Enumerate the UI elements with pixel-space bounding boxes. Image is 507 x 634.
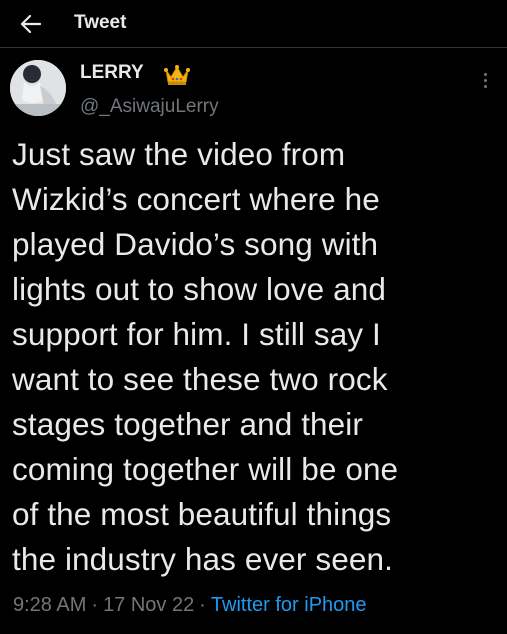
tweet-line: played Davido’s song with [12, 226, 379, 262]
avatar-image [10, 60, 66, 116]
tweet-line: lights out to show love and [12, 271, 386, 307]
tweet-text: Just saw the video from Wizkid’s concert… [12, 132, 502, 582]
tweet-time[interactable]: 9:28 AM [13, 594, 86, 616]
tweet-line: Just saw the video from [12, 136, 346, 172]
crown-icon [164, 65, 190, 85]
more-dot-icon [483, 72, 487, 76]
tweet-source-link[interactable]: Twitter for iPhone [211, 594, 367, 616]
back-button[interactable] [16, 9, 46, 39]
author-handle[interactable]: @_AsiwajuLerry [80, 96, 219, 118]
tweet-meta: 9:28 AM · 17 Nov 22 · Twitter for iPhone [13, 594, 367, 617]
more-dot-icon [483, 78, 487, 82]
tweet-line: coming together will be one [12, 451, 399, 487]
meta-separator: · [91, 594, 99, 616]
arrow-left-icon [21, 15, 41, 33]
top-bar: Tweet [0, 0, 507, 48]
tweet-line: the industry has ever seen. [12, 541, 393, 577]
more-options-button[interactable] [476, 68, 494, 92]
page-title: Tweet [74, 12, 127, 33]
author-name[interactable]: LERRY [80, 62, 144, 84]
tweet-line: support for him. I still say I [12, 316, 381, 352]
avatar[interactable] [10, 60, 66, 116]
tweet-line: of the most beautiful things [12, 496, 392, 532]
tweet-line: stages together and their [12, 406, 363, 442]
meta-separator: · [199, 594, 206, 616]
more-dot-icon [483, 84, 487, 88]
tweet-date[interactable]: 17 Nov 22 [103, 594, 194, 616]
tweet-line: Wizkid’s concert where he [12, 181, 380, 217]
tweet-line: want to see these two rock [12, 361, 388, 397]
